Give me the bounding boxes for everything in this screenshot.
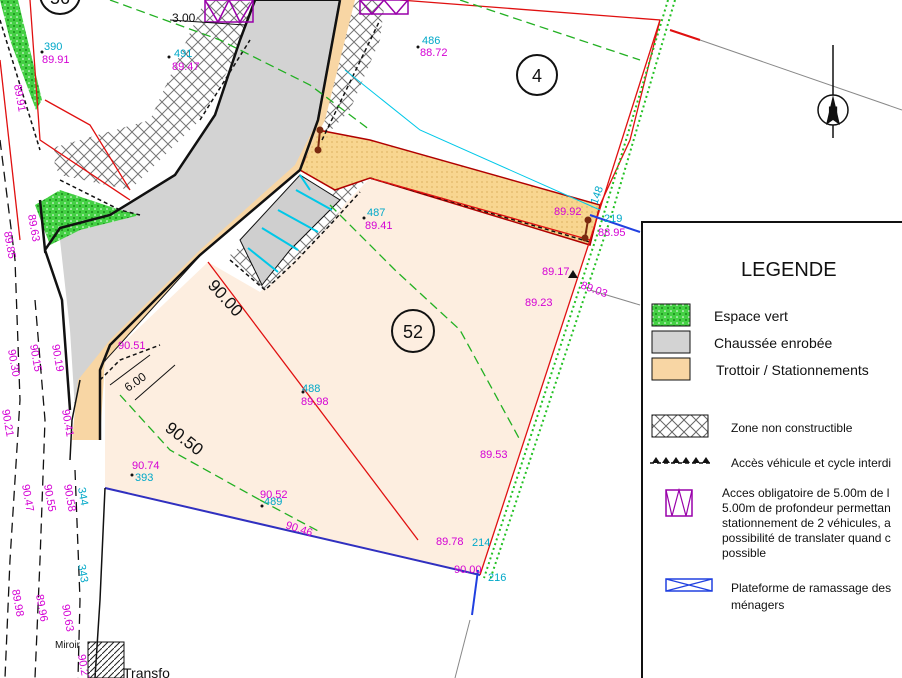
- legend-item-green: Espace vert: [714, 308, 788, 324]
- left-label-16: 90.63: [59, 603, 76, 632]
- legend-swatch-acces-obligatoire: [665, 489, 693, 517]
- legend-panel: LEGENDE Espace vert Chaussée enrobée Tro…: [641, 221, 902, 678]
- legend-item-road: Chaussée enrobée: [714, 335, 833, 351]
- legend-item-acces-line-3: possibilité de translater quand c: [722, 531, 891, 545]
- lot-52-label: 52: [403, 322, 423, 342]
- point-alt-489: 90.52: [260, 489, 288, 501]
- dim-3-00: 3.00: [172, 11, 196, 25]
- transfo-box: [87, 641, 125, 678]
- legend-swatch-nonbuild: [651, 414, 709, 438]
- point-alt-390: 89.91: [42, 54, 70, 66]
- left-label-9: 90.47: [19, 483, 36, 512]
- point-alt-487: 89.41: [365, 220, 393, 232]
- north-label: N: [828, 103, 838, 119]
- legend-swatch-sidewalk: [651, 357, 691, 381]
- left-label-4: 90.15: [27, 343, 44, 372]
- id-214: 214: [472, 537, 490, 549]
- alt-a4: 89.23: [525, 297, 553, 309]
- north-arrow: [817, 45, 849, 138]
- alt-a3: 89.17: [542, 266, 570, 278]
- legend-swatch-green: [651, 303, 691, 327]
- legend-item-access: Accès véhicule et cycle interdi: [731, 456, 891, 470]
- left-label-14: 89.98: [9, 588, 26, 617]
- transfo-label: Transfo: [123, 665, 170, 678]
- alt-a2: 88.95: [598, 227, 626, 239]
- point-id-486: 486: [422, 35, 440, 47]
- lot-4-label: 4: [532, 66, 542, 86]
- point-id-491: 491: [174, 48, 192, 60]
- point-id-390: 390: [44, 41, 62, 53]
- legend-item-platform-line-1: ménagers: [731, 598, 784, 612]
- legend-item-nonbuild: Zone non constructible: [731, 421, 853, 435]
- miroir-label: Miroir: [55, 640, 81, 651]
- legend-item-acces-line-2: stationnement de 2 véhicules, a: [722, 516, 891, 530]
- point-alt-491: 89.47: [172, 61, 200, 73]
- point-id-487: 487: [367, 207, 385, 219]
- legend-item-acces-line-1: 5.00m de profondeur permettan: [722, 501, 891, 515]
- site-plan: 3.00 6.00 90.00 90.50 4 52 56 390 89.91 …: [0, 0, 902, 678]
- left-label-8: 90.21: [0, 408, 16, 437]
- legend-item-acces-line-4: possible: [722, 546, 766, 560]
- left-label-3: 89.85: [1, 230, 18, 259]
- alt-a7: 89.78: [436, 536, 464, 548]
- legend-swatch-road: [651, 330, 691, 354]
- point-alt-393: 90.74: [132, 460, 160, 472]
- legend-item-platform: Plateforme de ramassage des: [731, 581, 891, 595]
- point-alt-488: 89.98: [301, 396, 329, 408]
- legend-item-sidewalk: Trottoir / Stationnements: [716, 362, 869, 378]
- neighbor-boundary-red: [669, 29, 701, 41]
- legend-title: LEGENDE: [741, 259, 837, 281]
- id-216: 216: [488, 572, 506, 584]
- alt-a10: 90.51: [118, 340, 146, 352]
- alt-a1: 89.92: [554, 206, 582, 218]
- alt-a6: 89.53: [480, 449, 508, 461]
- point-id-488: 488: [302, 383, 320, 395]
- left-label-15: 89.96: [33, 593, 50, 622]
- lot-56-label: 56: [50, 0, 70, 8]
- left-label-6: 90.30: [5, 348, 22, 377]
- id-148: 148: [589, 185, 607, 206]
- alt-a8: 90.00: [454, 564, 482, 576]
- legend-item-acces-obligatoire: Acces obligatoire de 5.00m de l: [722, 486, 889, 500]
- left-label-12: 343: [75, 563, 90, 583]
- left-label-10: 90.55: [41, 483, 58, 512]
- id-219: 219: [604, 213, 622, 225]
- point-id-393: 393: [135, 472, 153, 484]
- point-alt-486: 88.72: [420, 47, 448, 59]
